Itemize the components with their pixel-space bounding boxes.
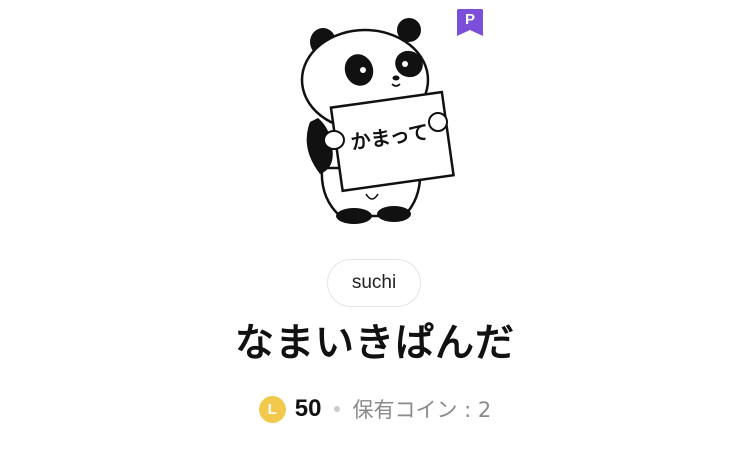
line-coin-icon: L <box>258 395 286 423</box>
price-row: L 50 保有コイン : 2 <box>0 391 750 427</box>
premium-badge-icon: P <box>457 9 483 38</box>
price-amount: 50 <box>294 395 322 422</box>
author-chip-button[interactable]: suchi <box>327 259 421 307</box>
premium-badge-letter: P <box>464 11 475 28</box>
separator-dot <box>334 406 341 412</box>
owned-coins-label: 保有コイン : 2 <box>352 398 492 422</box>
author-name: suchi <box>351 272 397 293</box>
sticker-preview-image: かまって <box>292 18 458 230</box>
sticker-title: なまいきぱんだ <box>234 321 515 366</box>
